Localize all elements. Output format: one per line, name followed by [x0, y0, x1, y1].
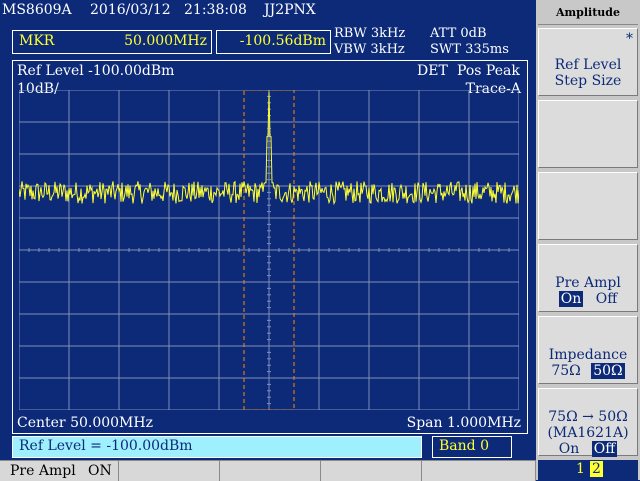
key1-line2: Step Size: [554, 73, 622, 89]
entry-field[interactable]: Ref Level = -100.00dBm: [12, 436, 422, 458]
grid-lines: [19, 90, 519, 410]
date-text: 2016/03/12: [90, 2, 171, 18]
softkey-menu-title: Amplitude: [538, 2, 638, 25]
footer-cell-2: [119, 461, 220, 481]
key4-line1: Pre Ampl: [555, 275, 621, 291]
page-1: 1: [576, 461, 585, 477]
active-mark: *: [626, 31, 633, 47]
det-label: DET: [417, 63, 448, 79]
impedance-75-option: 75Ω: [551, 363, 581, 379]
spectrum-display: Ref Level -100.00dBm DET Pos Peak 10dB/ …: [12, 60, 528, 434]
marker-frequency: 50.000MHz: [124, 33, 207, 49]
key1-line1: Ref Level: [554, 57, 622, 73]
key6-line1: 75Ω → 50Ω: [548, 409, 628, 425]
preamp-state: ON: [88, 463, 112, 479]
footer-bar: Pre Ampl ON: [0, 460, 536, 481]
impedance-50-option: 50Ω: [591, 363, 625, 379]
time-text: 21:38:08: [184, 2, 247, 18]
impedance-converter-key[interactable]: 75Ω → 50Ω (MA1621A) On Off: [538, 388, 638, 457]
center-frequency: Center 50.000MHz: [17, 415, 153, 431]
ref-level-step-size-key[interactable]: * Ref Level Step Size: [538, 28, 638, 96]
softkey-3[interactable]: [538, 172, 638, 240]
softkey-2[interactable]: [538, 100, 638, 168]
vbw-text: VBW 3kHz: [334, 42, 405, 57]
pre-ampl-key[interactable]: Pre Ampl On Off: [538, 244, 638, 312]
converter-off-option: Off: [591, 441, 618, 457]
marker-frequency-box: MKR 50.000MHz: [12, 30, 212, 54]
graticule: [19, 90, 519, 410]
marker-level: -100.56dBm: [239, 33, 326, 49]
softkey-panel: Amplitude * Ref Level Step Size Pre Ampl…: [536, 0, 640, 480]
band-text: Band 0: [439, 438, 489, 454]
impedance-key[interactable]: Impedance 75Ω 50Ω: [538, 316, 638, 384]
band-indicator: Band 0: [432, 436, 512, 458]
page-2: 2: [590, 461, 603, 477]
footer-cell-5: [422, 461, 536, 481]
det-mode-label: Pos Peak: [457, 63, 520, 79]
swt-text: SWT 335ms: [430, 42, 509, 57]
marker-label: MKR: [19, 33, 55, 49]
rbw-text: RBW 3kHz: [334, 26, 406, 41]
marker-level-box: -100.56dBm: [216, 30, 331, 54]
preamp-status: Pre Ampl ON: [0, 461, 119, 481]
span-label: Span 1.000MHz: [406, 415, 521, 431]
preamp-on-option: On: [558, 291, 584, 307]
callsign-text: JJ2PNX: [264, 2, 316, 18]
menu-page-indicator[interactable]: 1 2: [538, 460, 638, 480]
preamp-off-option: Off: [595, 291, 618, 307]
key6-line2: (MA1621A): [547, 425, 629, 441]
entry-text: Ref Level = -100.00dBm: [19, 438, 193, 454]
measurement-params: RBW 3kHz VBW 3kHz ATT 0dB SWT 335ms: [334, 26, 534, 60]
converter-on-option: On: [558, 441, 580, 457]
key5-line1: Impedance: [548, 347, 628, 363]
att-text: ATT 0dB: [430, 26, 487, 41]
preamp-label: Pre Ampl: [10, 463, 76, 479]
footer-cell-4: [321, 461, 422, 481]
model-name: MS8609A: [2, 2, 72, 18]
footer-cell-3: [220, 461, 321, 481]
ref-level-label: Ref Level -100.00dBm: [17, 63, 175, 79]
status-header: MS8609A 2016/03/12 21:38:08 JJ2PNX: [0, 0, 536, 26]
